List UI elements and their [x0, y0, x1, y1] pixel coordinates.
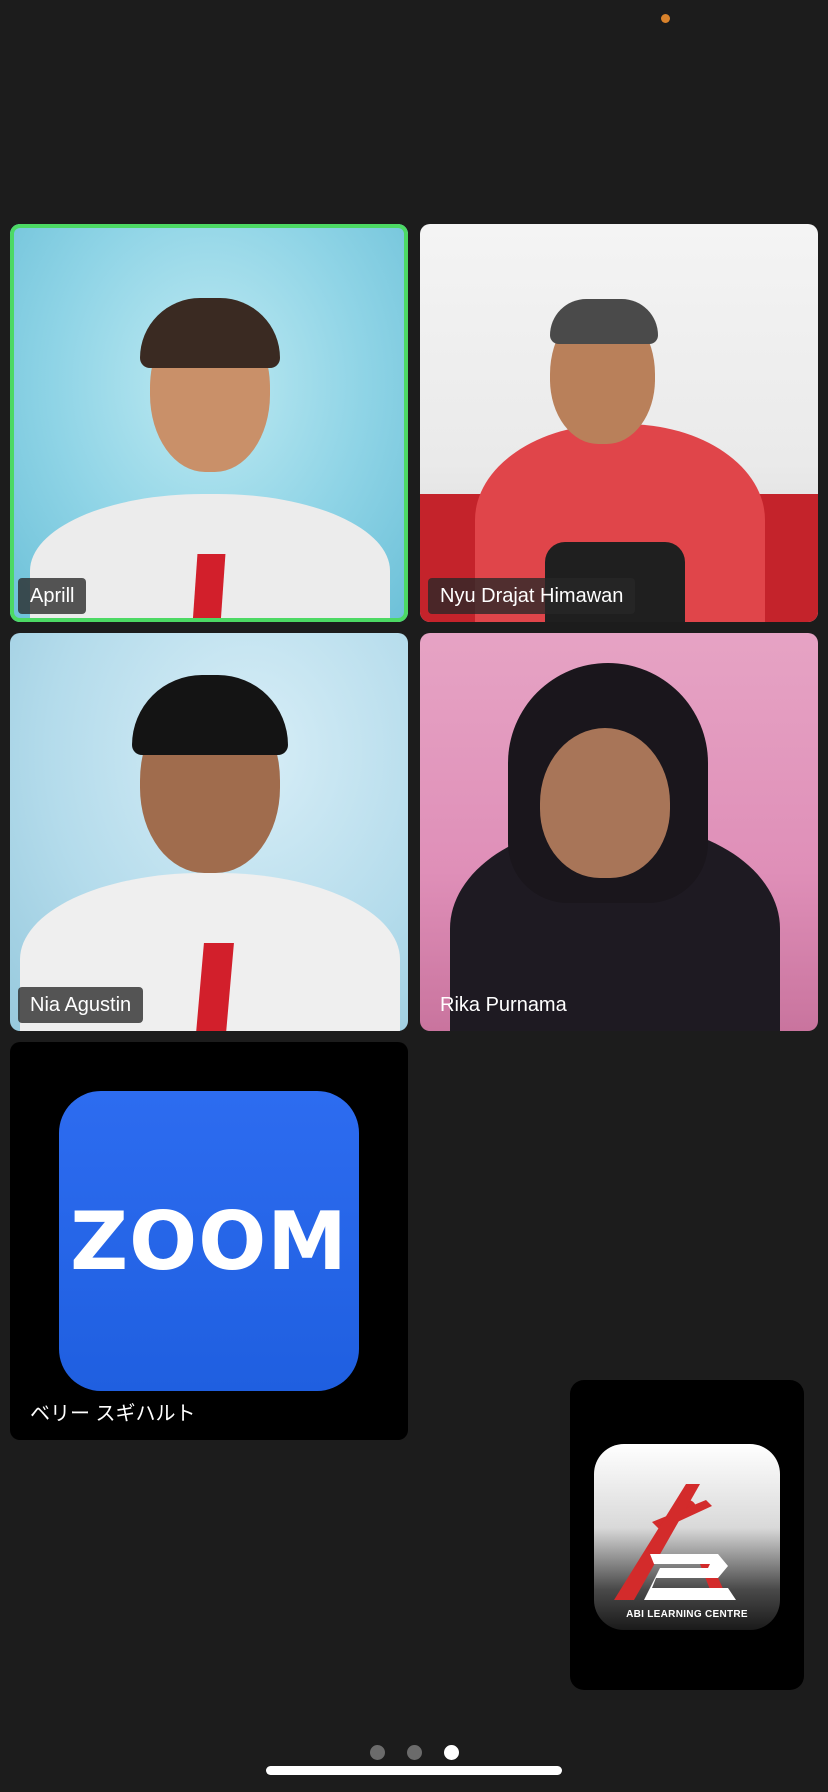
participant-name: Nyu Drajat Himawan — [428, 578, 636, 614]
abi-logo-text: ABI LEARNING CENTRE — [626, 1609, 748, 1620]
participant-tile-berry[interactable]: ZOOM ベリー スギハルト — [10, 1042, 408, 1440]
participant-video — [10, 633, 408, 1031]
participant-name: Aprill — [18, 578, 87, 614]
abi-logo-icon: ABI LEARNING CENTRE — [594, 1444, 780, 1630]
participant-tile-nyu[interactable]: Nyu Drajat Himawan — [420, 224, 818, 622]
participant-name: Nia Agustin — [18, 987, 144, 1023]
participant-tile-aprill[interactable]: Aprill — [10, 224, 408, 622]
page-dot-1[interactable] — [369, 1745, 385, 1760]
participant-name: ベリー スギハルト — [30, 1403, 196, 1425]
recording-dot-icon — [661, 14, 670, 23]
page-dot-2[interactable] — [406, 1745, 422, 1760]
zoom-logo-icon: ZOOM — [59, 1091, 359, 1391]
home-indicator[interactable] — [266, 1766, 562, 1775]
participant-video — [420, 224, 818, 622]
zoom-logo-text: ZOOM — [70, 1194, 348, 1288]
self-view-pip[interactable]: ABI LEARNING CENTRE — [570, 1380, 804, 1690]
participant-video — [10, 224, 408, 622]
participant-video — [420, 633, 818, 1031]
participant-tile-rika[interactable]: Rika Purnama — [420, 633, 818, 1031]
participant-name: Rika Purnama — [440, 994, 567, 1016]
page-dot-3[interactable] — [443, 1745, 459, 1760]
participant-tile-nia[interactable]: Nia Agustin — [10, 633, 408, 1031]
page-indicator — [0, 1745, 828, 1760]
abi-logo-graphic — [614, 1484, 736, 1600]
